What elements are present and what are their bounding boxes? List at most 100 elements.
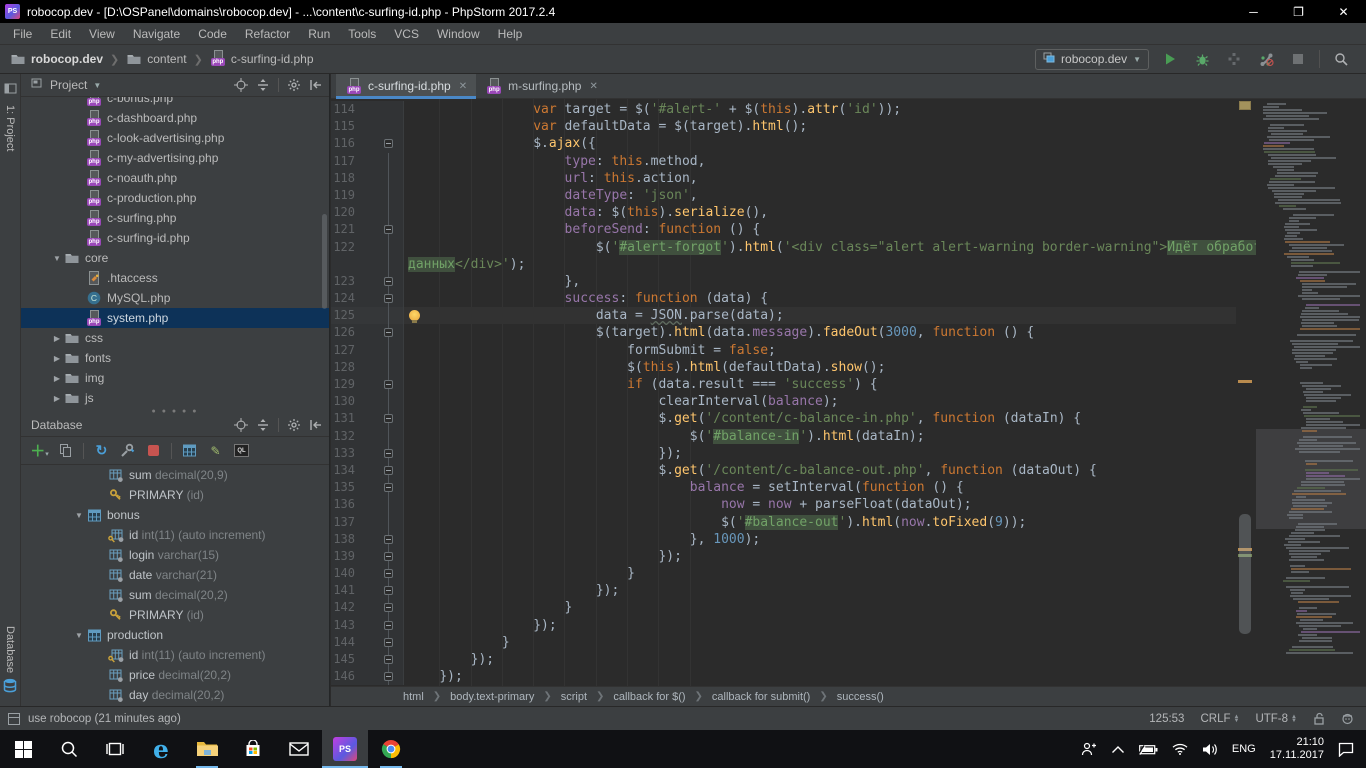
line-number[interactable]: 131 [331,410,367,427]
fold-gutter[interactable] [367,170,404,187]
code-line-136[interactable]: 136 now = now + parseFloat(dataOut); [331,496,1236,513]
inspection-indicator-icon[interactable] [1239,101,1251,110]
code-line-146[interactable]: 146 }); [331,668,1236,685]
tree-item-c-production.php[interactable]: phpc-production.php [21,188,329,208]
unlocked-icon[interactable] [1313,712,1325,725]
line-number[interactable]: 117 [331,153,367,170]
line-number[interactable]: 115 [331,118,367,135]
line-number[interactable]: 123 [331,273,367,290]
tree-item-c-dashboard.php[interactable]: phpc-dashboard.php [21,108,329,128]
line-number[interactable]: 128 [331,359,367,376]
refresh-button[interactable]: ↻ [93,442,110,459]
code-line-135[interactable]: 135 balance = setInterval(function () { [331,479,1236,496]
nav-breadcrumb-robocop.dev[interactable]: robocop.dev [10,51,103,67]
line-number[interactable]: 126 [331,324,367,341]
line-number[interactable]: 119 [331,187,367,204]
fold-marker-open[interactable] [384,294,393,303]
fold-marker-end[interactable] [384,449,393,458]
line-number[interactable]: 122 [331,239,367,256]
code-line-133[interactable]: 133 }); [331,445,1236,462]
db-item-id[interactable]: id int(11) (auto increment) [21,525,329,545]
fold-gutter[interactable] [367,531,404,548]
clock[interactable]: 21:10 17.11.2017 [1270,736,1324,762]
query-console-button[interactable]: QL [233,442,250,459]
line-number[interactable]: 125 [331,307,367,324]
taskbar-edge[interactable]: e [138,730,184,768]
editor-scrollbar[interactable] [1239,514,1251,634]
tray-wifi-icon[interactable] [1172,743,1188,755]
line-number[interactable]: 136 [331,496,367,513]
line-number[interactable]: 120 [331,204,367,221]
fold-gutter[interactable] [367,101,404,118]
code-line-121[interactable]: 121 beforeSend: function () { [331,221,1236,238]
line-number[interactable]: 141 [331,582,367,599]
fold-gutter[interactable] [367,634,404,651]
line-number[interactable]: 140 [331,565,367,582]
code-line-wrap[interactable]: данных</div>'); [331,256,1236,273]
line-ending-select[interactable]: CRLF▲▼ [1200,713,1239,725]
locate-icon[interactable] [234,78,248,92]
fold-marker-open[interactable] [384,466,393,475]
tree-expanded-arrow-icon[interactable]: ▼ [73,631,85,640]
nav-breadcrumb-c-surfing-id.php[interactable]: phpc-surfing-id.php [210,50,314,69]
error-stripe[interactable] [1236,99,1256,686]
code-line-140[interactable]: 140 } [331,565,1236,582]
edit-source-button[interactable]: ✎ [207,442,224,459]
code-line-130[interactable]: 130 clearInterval(balance); [331,393,1236,410]
tree-collapsed-arrow-icon[interactable]: ▶ [51,394,63,403]
tray-chevron-up-icon[interactable] [1111,745,1125,754]
fold-marker-open[interactable] [384,139,393,148]
fold-gutter[interactable] [367,273,404,290]
nav-breadcrumb-content[interactable]: content [126,51,186,67]
hide-icon[interactable] [309,418,323,432]
toolwindow-toggle-icon[interactable] [8,713,20,725]
code-line-138[interactable]: 138 }, 1000); [331,531,1236,548]
line-number[interactable]: 143 [331,617,367,634]
menu-navigate[interactable]: Navigate [124,23,189,44]
db-item-sum[interactable]: sum decimal(20,2) [21,585,329,605]
tree-item-c-look-advertising.php[interactable]: phpc-look-advertising.php [21,128,329,148]
line-number[interactable]: 127 [331,342,367,359]
db-item-id[interactable]: id int(11) (auto increment) [21,645,329,665]
db-item-production[interactable]: ▼production [21,625,329,645]
line-number[interactable]: 138 [331,531,367,548]
tray-volume-icon[interactable] [1202,743,1218,756]
line-number[interactable]: 139 [331,548,367,565]
code-line-127[interactable]: 127 formSubmit = false; [331,342,1236,359]
code-line-124[interactable]: 124 success: function (data) { [331,290,1236,307]
editor-breadcrumb-success()[interactable]: success() [835,691,886,703]
fold-marker-open[interactable] [384,225,393,234]
code-line-131[interactable]: 131 $.get('/content/c-balance-in.php', f… [331,410,1236,427]
search-everywhere-button[interactable] [1330,48,1352,70]
tree-item-.htaccess[interactable]: .htaccess [21,268,329,288]
tree-collapsed-arrow-icon[interactable]: ▶ [51,334,63,343]
code-line-141[interactable]: 141 }); [331,582,1236,599]
duplicate-button[interactable] [57,442,74,459]
fold-gutter[interactable] [367,342,404,359]
fold-marker-end[interactable] [384,638,393,647]
stop-button[interactable] [1287,48,1309,70]
hide-icon[interactable] [309,78,323,92]
fold-gutter[interactable] [367,617,404,634]
taskbar-store[interactable] [230,730,276,768]
fold-gutter[interactable] [367,462,404,479]
line-number[interactable]: 114 [331,101,367,118]
code-line-137[interactable]: 137 $('#balance-out').html(now.toFixed(9… [331,514,1236,531]
code-line-128[interactable]: 128 $(this).html(defaultData).show(); [331,359,1236,376]
db-item-PRIMARY[interactable]: PRIMARY (id) [21,485,329,505]
code-editor[interactable]: 114 var target = $('#alert-' + $(this).a… [331,99,1366,686]
collapse-all-icon[interactable] [256,78,270,92]
editor-breadcrumb-body.text-primary[interactable]: body.text-primary [448,691,536,703]
menu-refactor[interactable]: Refactor [236,23,299,44]
fold-marker-open[interactable] [384,414,393,423]
line-number[interactable]: 145 [331,651,367,668]
modify-button[interactable] [119,442,136,459]
menu-view[interactable]: View [80,23,124,44]
code-line-122[interactable]: 122 $('#alert-forgot').html('<div class=… [331,239,1236,256]
db-item-price[interactable]: price decimal(20,2) [21,665,329,685]
code-line-119[interactable]: 119 dateType: 'json', [331,187,1236,204]
fold-gutter[interactable] [367,582,404,599]
fold-gutter[interactable] [367,187,404,204]
fold-gutter[interactable] [367,514,404,531]
line-number[interactable]: 121 [331,221,367,238]
